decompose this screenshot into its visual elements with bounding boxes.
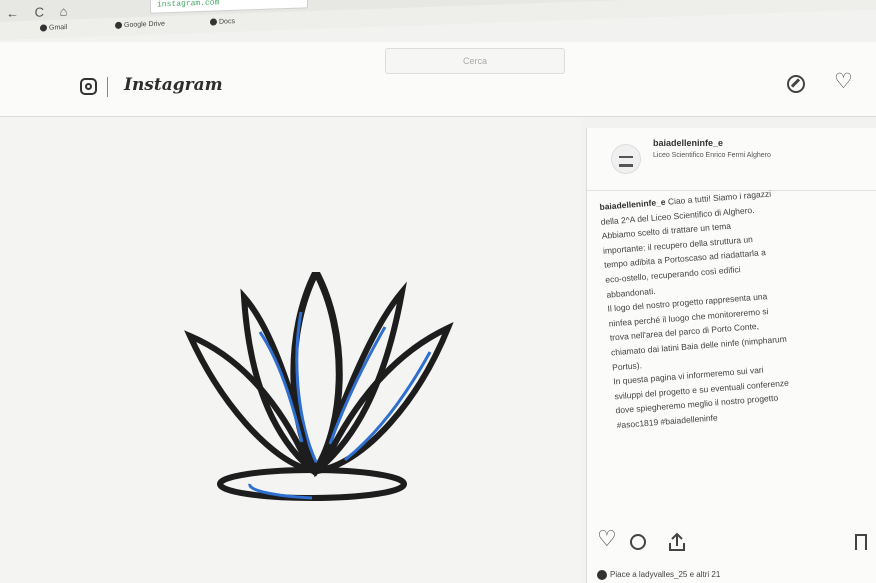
post-location[interactable]: Liceo Scientifico Enrico Fermi Alghero	[653, 152, 771, 159]
browser-nav-buttons[interactable]: ← C ⌂	[6, 3, 73, 20]
post-sidebar: baiadelleninfe_e Liceo Scientifico Enric…	[586, 128, 876, 583]
screen: ← C ⌂ instagram.com Gmail Google Drive D…	[0, 0, 876, 583]
post-username[interactable]: baiadelleninfe_e	[653, 138, 723, 148]
share-icon[interactable]	[667, 532, 687, 552]
post-caption: baiadelleninfe_e Ciao a tutti! Siamo i r…	[599, 179, 876, 433]
activity-heart-icon[interactable]: ♡	[834, 69, 853, 94]
save-bookmark-icon[interactable]	[855, 534, 867, 550]
comment-bubble-icon[interactable]	[630, 534, 646, 550]
profile-avatar[interactable]	[611, 144, 641, 174]
logo-divider	[107, 77, 108, 97]
instagram-camera-icon[interactable]	[80, 78, 97, 95]
explore-compass-icon[interactable]	[787, 75, 805, 93]
instagram-wordmark[interactable]: Instagram	[124, 75, 223, 95]
post-image[interactable]	[0, 117, 583, 583]
bookmark-icon	[40, 24, 47, 32]
bookmark-icon	[210, 18, 217, 26]
likes-summary[interactable]: Piace a ladyvalles_25 e altri 21	[597, 570, 720, 580]
like-heart-icon[interactable]: ♡	[597, 526, 617, 552]
instagram-header: Instagram Cerca ♡	[0, 42, 876, 117]
bookmark-item[interactable]: Google Drive	[115, 20, 165, 29]
bookmark-item[interactable]: Docs	[210, 18, 235, 26]
bookmark-item[interactable]: Gmail	[40, 24, 67, 32]
search-input[interactable]: Cerca	[385, 48, 565, 74]
bookmark-icon	[115, 21, 122, 29]
liker-avatar	[597, 570, 607, 580]
post-actions: ♡	[597, 526, 867, 554]
lotus-logo-icon	[184, 272, 454, 501]
